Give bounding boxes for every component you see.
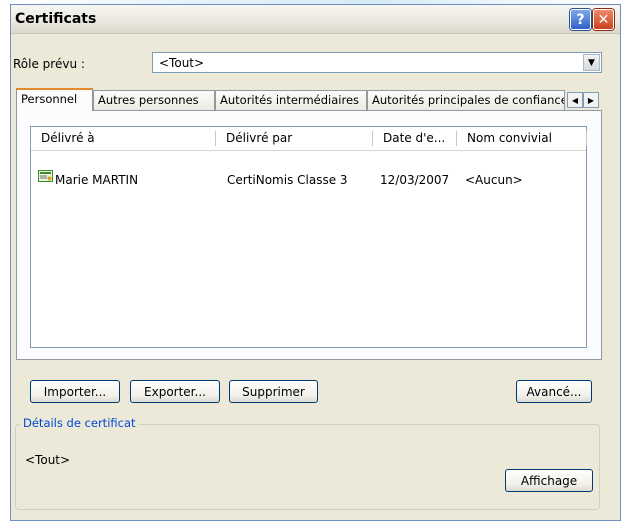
advanced-button[interactable]: Avancé...: [516, 380, 592, 403]
title-bar: Certificats ? ✕: [11, 5, 620, 34]
tab-autorites-principales[interactable]: Autorités principales de confiance: [367, 90, 565, 110]
cell-friendly-name: <Aucun>: [465, 173, 523, 187]
cell-issued-to: Marie MARTIN: [55, 173, 139, 187]
tab-panel: Délivré à Délivré par Date d'e... Nom co…: [16, 110, 602, 360]
chevron-down-icon[interactable]: ▼: [583, 54, 600, 71]
import-button[interactable]: Importer...: [30, 380, 120, 403]
remove-button[interactable]: Supprimer: [229, 380, 318, 403]
window-title: Certificats: [15, 11, 97, 27]
export-button[interactable]: Exporter...: [130, 380, 220, 403]
details-value: <Tout>: [25, 453, 71, 467]
role-label: Rôle prévu :: [13, 57, 85, 71]
cell-expiry-date: 12/03/2007: [380, 173, 450, 187]
list-header: Délivré à Délivré par Date d'e... Nom co…: [31, 127, 587, 151]
role-select[interactable]: <Tout> ▼: [152, 52, 602, 73]
role-select-value: <Tout>: [159, 56, 205, 70]
tab-scroll-right-icon[interactable]: ▶: [583, 92, 599, 108]
close-button[interactable]: ✕: [593, 9, 614, 30]
column-header-friendly-name[interactable]: Nom convivial: [457, 127, 587, 150]
details-group-title: Détails de certificat: [20, 416, 139, 430]
view-button[interactable]: Affichage: [505, 469, 593, 492]
column-header-expiry-date[interactable]: Date d'e...: [373, 127, 457, 150]
tab-autres-personnes[interactable]: Autres personnes: [93, 90, 215, 110]
close-icon: ✕: [597, 11, 610, 28]
help-button[interactable]: ?: [570, 9, 591, 30]
column-header-issued-by[interactable]: Délivré par: [216, 127, 373, 150]
help-icon: ?: [576, 11, 585, 28]
cell-issued-by: CertiNomis Classe 3: [227, 173, 348, 187]
certificate-details-group: [15, 424, 600, 510]
certificate-icon: [38, 170, 53, 182]
certificate-list[interactable]: Délivré à Délivré par Date d'e... Nom co…: [30, 126, 587, 348]
tab-strip: Personnel Autres personnes Autorités int…: [16, 88, 602, 111]
tab-autorites-intermediaires[interactable]: Autorités intermédiaires: [215, 90, 367, 110]
tab-personnel[interactable]: Personnel: [16, 88, 93, 111]
table-row[interactable]: Marie MARTIN CertiNomis Classe 3 12/03/2…: [31, 170, 586, 191]
tab-scroll-left-icon[interactable]: ◀: [567, 92, 583, 108]
column-header-issued-to[interactable]: Délivré à: [31, 127, 216, 150]
